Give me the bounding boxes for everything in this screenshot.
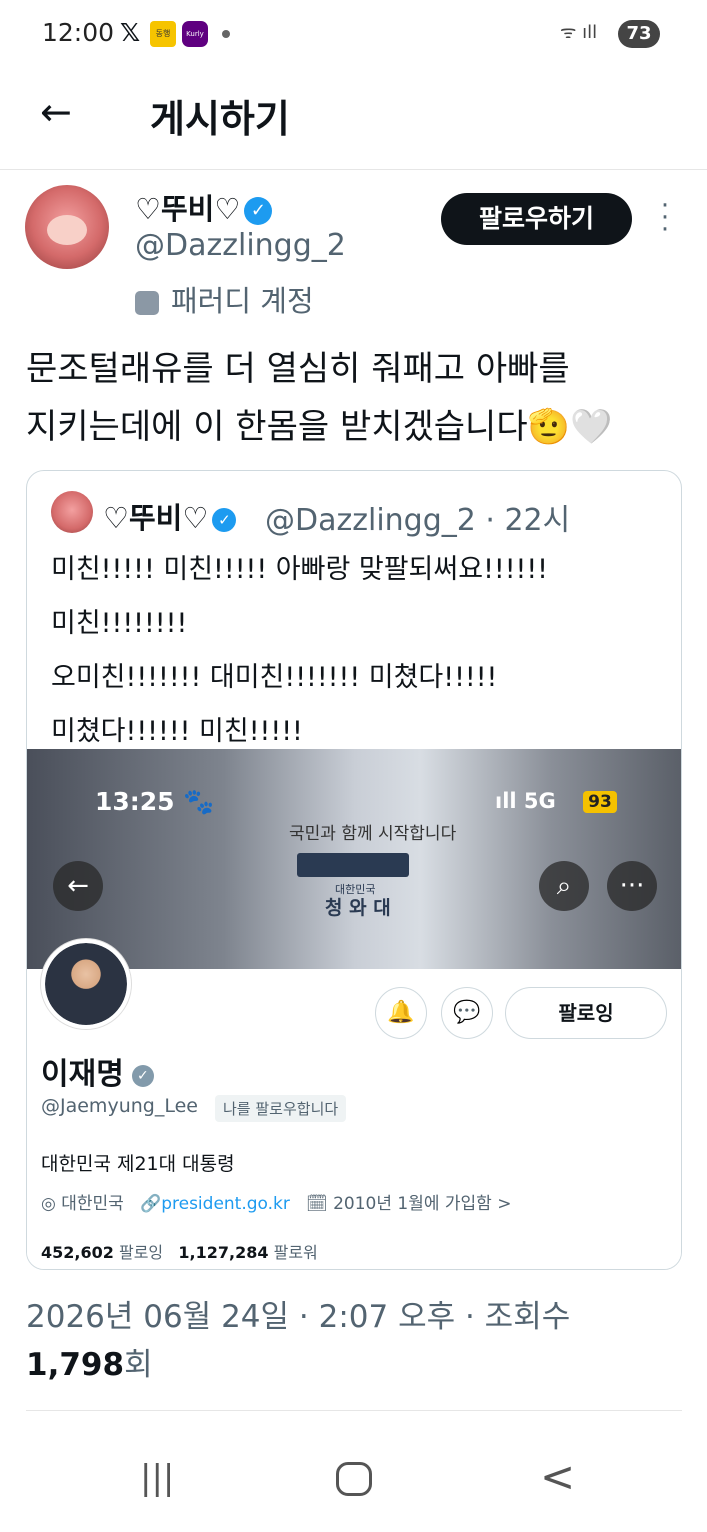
page-title: 게시하기 [150, 97, 290, 141]
profile-counts: 452,602 팔로잉 1,127,284 팔로워 [41, 1239, 318, 1263]
quoted-text: 미친!!!!! 미친!!!!! 아빠랑 맞팔되써요!!!!!! 미친!!!!!!… [51, 543, 671, 759]
profile-avatar [41, 939, 131, 1029]
profile-name: 이재명 ✓ [41, 1049, 154, 1093]
author-avatar[interactable] [25, 185, 109, 269]
follows-you-badge: 나를 팔로우합니다 [215, 1095, 347, 1122]
views-suffix: 회 [124, 1347, 153, 1383]
author-handle[interactable]: @Dazzlingg_2 [135, 228, 346, 263]
joined-date: 🗓 2010년 1월에 가입함 > [306, 1194, 512, 1214]
followers-count: 1,127,284 [178, 1243, 269, 1262]
profile-meta: ◎ 대한민국 🔗president.go.kr 🗓 2010년 1월에 가입함 … [41, 1189, 511, 1214]
embedded-search-icon: ⌕ [539, 861, 589, 911]
parody-mask-icon [135, 291, 159, 315]
parody-account-label: 패러디 계정 [135, 278, 314, 320]
app-notification-icon: 동행 [150, 21, 176, 47]
more-options-icon[interactable]: · · · [656, 193, 674, 243]
message-icon: 💬 [441, 987, 493, 1039]
embedded-back-icon: ← [53, 861, 103, 911]
location-text: ◎ 대한민국 [41, 1194, 124, 1214]
profile-link: president.go.kr [161, 1194, 290, 1214]
post-text-line: 문조털래유를 더 열심히 줘패고 아빠를 [26, 349, 570, 389]
quoted-post[interactable]: ♡뚜비♡ ✓ @Dazzlingg_2 · 22시 미친!!!!! 미친!!!!!… [26, 470, 682, 1270]
profile-banner: 13:25 🐾 ıll 5G 93 국민과 함께 시작합니다 대한민국 청 와 … [27, 749, 681, 969]
embedded-profile-screenshot: 13:25 🐾 ıll 5G 93 국민과 함께 시작합니다 대한민국 청 와 … [27, 749, 681, 1269]
kurly-notification-icon: Kurly [182, 21, 208, 47]
signal-icon: ᯤ ıll [560, 22, 598, 43]
quoted-author-avatar [51, 491, 93, 533]
view-count: 1,798회 [26, 1338, 153, 1392]
status-bar: 12:00 𝕏 동행 Kurly ᯤ ıll 73 [0, 0, 707, 68]
following-label: 팔로잉 [118, 1243, 164, 1262]
verified-badge-icon: ✓ [212, 508, 237, 532]
embedded-battery: 93 [583, 791, 617, 813]
gov-verified-badge-icon: ✓ [131, 1064, 154, 1087]
embedded-status-time: 13:25 🐾 [95, 787, 215, 816]
author-display-name[interactable]: ♡뚜비♡ ✓ [135, 186, 273, 228]
top-header [0, 68, 707, 170]
followers-label: 팔로워 [273, 1243, 318, 1262]
back-arrow-icon[interactable]: ← [40, 90, 72, 134]
battery-indicator: 73 [618, 20, 660, 48]
notification-dot-icon [222, 30, 230, 38]
quoted-author-name: ♡뚜비♡ ✓ [103, 495, 237, 537]
profile-photo [45, 943, 127, 1025]
link-icon: 🔗 [140, 1194, 162, 1214]
notification-bell-icon: 🔔 [375, 987, 427, 1039]
quoted-handle-time: @Dazzlingg_2 · 22시 [265, 503, 571, 538]
follow-button[interactable]: 팔로우하기 [441, 193, 632, 245]
profile-name-text: 이재명 [41, 1057, 124, 1092]
post-text-line: 지키는데에 이 한몸을 받치겠습니다🫡🤍 [26, 407, 613, 447]
profile-bio: 대한민국 제21대 대통령 [41, 1153, 235, 1175]
recent-apps-icon[interactable]: ||| [140, 1458, 174, 1498]
home-icon[interactable] [336, 1462, 372, 1496]
author-name-text: ♡뚜비♡ [135, 192, 241, 226]
views-number: 1,798 [26, 1347, 125, 1383]
banner-slogan: 국민과 함께 시작합니다 [289, 824, 457, 844]
following-count: 452,602 [41, 1243, 114, 1262]
embedded-signal: ıll 5G [495, 789, 556, 813]
following-button: 팔로잉 [505, 987, 667, 1039]
status-time: 12:00 [42, 18, 115, 47]
nav-back-icon[interactable]: < [540, 1452, 575, 1501]
post-timestamp: 2026년 06월 24일 · 2:07 오후 · 조회수 [26, 1299, 571, 1335]
post-text: 문조털래유를 더 열심히 줘패고 아빠를 지키는데에 이 한몸을 받치겠습니다🫡… [26, 340, 686, 456]
quoted-name-text: ♡뚜비♡ [103, 501, 209, 535]
divider [26, 1410, 682, 1411]
quoted-line: 미친!!!!!!!! [51, 608, 188, 639]
embedded-more-icon: ··· [607, 861, 657, 911]
verified-badge-icon: ✓ [244, 197, 273, 225]
quoted-line: 미친!!!!! 미친!!!!! 아빠랑 맞팔되써요!!!!!! [51, 554, 549, 585]
quoted-line: 오미친!!!!!!! 대미친!!!!!!! 미쳤다!!!!! [51, 662, 498, 693]
profile-handle: @Jaemyung_Lee [41, 1095, 198, 1117]
x-logo-icon: 𝕏 [120, 18, 141, 47]
banner-cheongwadae-text: 청 와 대 [325, 897, 391, 919]
blue-house-logo-icon [297, 853, 409, 877]
parody-text: 패러디 계정 [171, 284, 314, 318]
